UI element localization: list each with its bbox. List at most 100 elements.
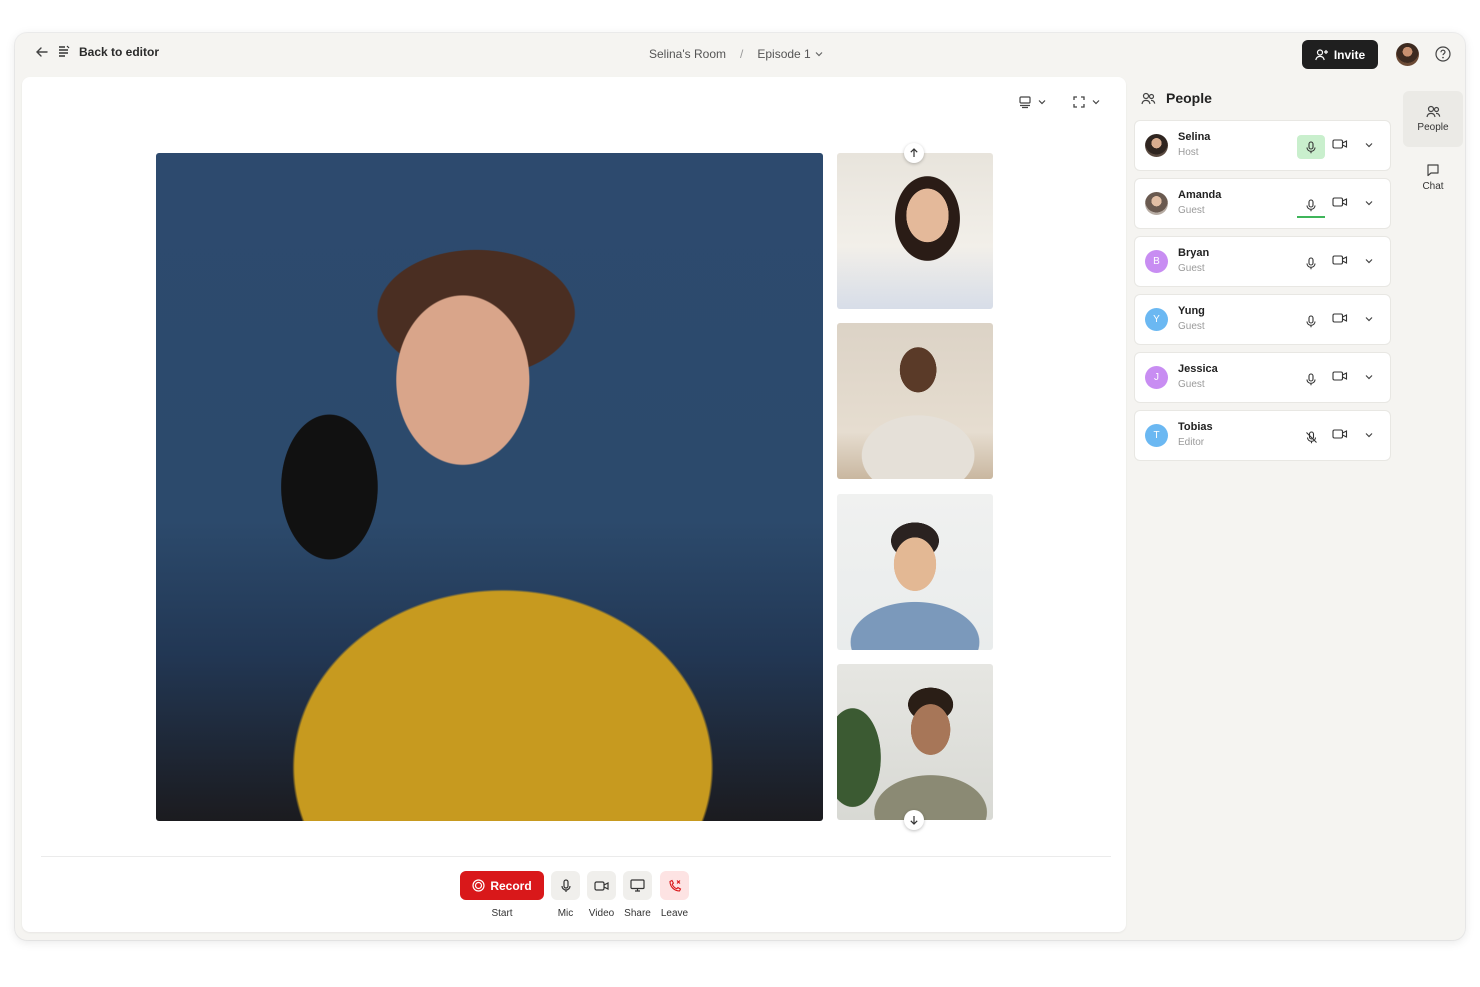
avatar [1145,134,1168,157]
avatar: Y [1145,308,1168,331]
chevron-down-icon [815,52,823,57]
scroll-down-button[interactable] [904,810,924,830]
person-row-selina[interactable]: Selina Host [1134,120,1391,171]
person-name: Jessica [1178,363,1218,375]
microphone-icon [1306,140,1316,153]
video-camera-icon[interactable] [1332,370,1348,382]
layout-selector[interactable] [1018,95,1046,109]
recording-stage: Record Start Mic Video Share Leave [22,77,1126,932]
person-role: Editor [1178,437,1205,448]
back-label: Back to editor [79,45,160,59]
chevron-down-icon[interactable] [1364,140,1374,150]
user-avatar[interactable] [1396,43,1419,66]
arrow-down-icon [910,816,918,825]
chevron-down-icon[interactable] [1364,256,1374,266]
episode-name: Episode 1 [757,47,811,61]
guest-video-thumb[interactable] [837,494,993,650]
avatar: J [1145,366,1168,389]
divider [41,856,1111,857]
person-row-yung[interactable]: Y Yung Guest [1134,294,1391,345]
avatar: B [1145,250,1168,273]
mic-toggle[interactable] [1297,309,1325,333]
person-name: Bryan [1178,247,1210,259]
screen-share-icon [630,879,645,892]
chevron-down-icon[interactable] [1364,430,1374,440]
people-title-text: People [1166,90,1212,106]
mic-toggle[interactable] [1297,135,1325,159]
person-role: Guest [1178,205,1205,216]
person-role: Host [1178,147,1199,158]
person-row-bryan[interactable]: B Bryan Guest [1134,236,1391,287]
rail-chat-tab[interactable]: Chat [1403,149,1463,205]
mic-button[interactable] [551,871,580,900]
guest-video-thumb[interactable] [837,323,993,479]
chat-icon [1427,163,1439,176]
video-label: Video [588,908,615,919]
share-button[interactable] [623,871,652,900]
avatar: T [1145,424,1168,447]
people-icon [1141,92,1156,104]
person-name: Amanda [1178,189,1222,201]
mic-toggle[interactable] [1297,193,1325,217]
mic-control: Mic [551,871,580,919]
breadcrumb-separator: / [740,47,744,61]
chevron-down-icon[interactable] [1364,314,1374,324]
person-row-jessica[interactable]: J Jessica Guest [1134,352,1391,403]
invite-label: Invite [1333,47,1366,62]
video-camera-icon[interactable] [1332,312,1348,324]
person-role: Guest [1178,379,1205,390]
arrow-up-icon [910,148,918,157]
microphone-icon [560,878,571,892]
person-name: Selina [1178,131,1211,143]
leave-label: Leave [660,908,689,919]
back-to-editor-button[interactable]: Back to editor [35,45,159,59]
record-control: Record Start [460,871,544,919]
room-name[interactable]: Selina's Room [649,47,726,61]
phone-hangup-icon [668,879,681,892]
people-icon [1425,105,1440,118]
share-label: Share [624,908,651,919]
help-button[interactable] [1435,46,1451,67]
chevron-down-icon[interactable] [1364,372,1374,382]
person-row-amanda[interactable]: Amanda Guest [1134,178,1391,229]
video-camera-icon[interactable] [1332,138,1348,150]
add-user-icon [1315,48,1328,60]
microphone-icon [1306,372,1316,385]
control-bar: Record Start Mic Video Share Leave [22,871,1126,931]
mic-toggle[interactable] [1297,425,1325,449]
avatar [1145,192,1168,215]
record-button[interactable]: Record [460,871,544,900]
person-name: Tobias [1178,421,1213,433]
audio-level-bar [1297,216,1325,218]
guest-video-thumb[interactable] [837,153,993,309]
person-name: Yung [1178,305,1205,317]
fullscreen-icon [1073,96,1085,108]
microphone-muted-icon [1305,430,1317,443]
person-role: Guest [1178,263,1205,274]
person-row-tobias[interactable]: T Tobias Editor [1134,410,1391,461]
mic-toggle[interactable] [1297,251,1325,275]
chevron-down-icon[interactable] [1364,198,1374,208]
microphone-icon [1306,314,1316,327]
arrow-left-icon [36,47,48,57]
video-camera-icon [594,880,609,891]
leave-button[interactable] [660,871,689,900]
chevron-down-icon [1038,100,1046,105]
record-label: Record [490,878,532,893]
rail-people-tab[interactable]: People [1403,91,1463,147]
fullscreen-selector[interactable] [1072,95,1100,109]
video-camera-icon[interactable] [1332,254,1348,266]
top-bar: Back to editor Selina's Room / Episode 1… [15,33,1465,75]
video-button[interactable] [587,871,616,900]
record-icon [472,879,485,892]
invite-button[interactable]: Invite [1302,40,1378,69]
video-camera-icon[interactable] [1332,428,1348,440]
video-camera-icon[interactable] [1332,196,1348,208]
mic-toggle[interactable] [1297,367,1325,391]
mic-label: Mic [557,908,574,919]
scroll-up-button[interactable] [904,143,924,163]
guest-video-thumb[interactable] [837,664,993,820]
start-label: Start [491,908,513,919]
episode-selector[interactable]: Episode 1 [757,47,823,61]
help-icon [1435,46,1451,62]
